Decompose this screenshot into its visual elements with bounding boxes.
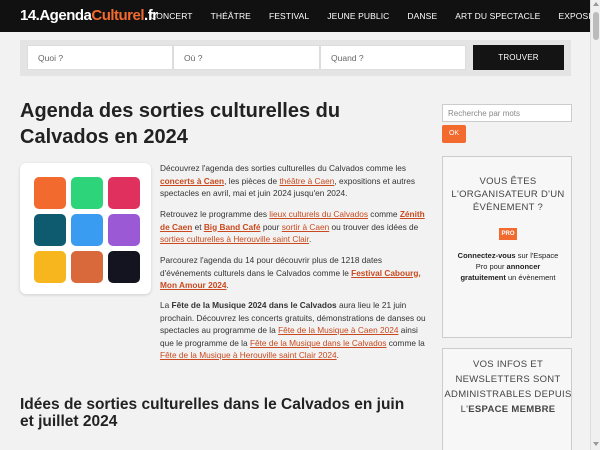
agenda-paragraph: Parcourez l'agenda du 14 pour découvrir … bbox=[160, 255, 421, 290]
pro-badge-icon: PRO bbox=[499, 228, 517, 240]
app-grid-icon bbox=[20, 163, 151, 294]
link-concerts-caen[interactable]: concerts à Caen bbox=[160, 176, 224, 186]
link-theatre-caen[interactable]: théâtre à Caen bbox=[279, 176, 334, 186]
app-tile bbox=[34, 177, 66, 209]
intro-paragraph: Découvrez l'agenda des sorties culturell… bbox=[160, 163, 416, 198]
what-input[interactable]: Quoi ? bbox=[27, 45, 173, 70]
organizer-card[interactable]: VOUS ÊTES L'ORGANISATEUR D'UN ÉVÈNEMENT … bbox=[442, 156, 572, 338]
main-content: Agenda des sorties culturelles du Calvad… bbox=[0, 84, 440, 450]
app-tile bbox=[108, 177, 140, 209]
nav-festival[interactable]: FESTIVAL bbox=[260, 11, 318, 21]
app-tile bbox=[71, 214, 103, 246]
nav-theatre[interactable]: THÉÂTRE bbox=[202, 11, 260, 21]
top-navbar: 14.AgendaCulturel.fr CONCERT THÉÂTRE FES… bbox=[0, 0, 600, 32]
organizer-title: VOUS ÊTES L'ORGANISATEUR D'UN ÉVÈNEMENT … bbox=[451, 176, 565, 213]
page-title: Agenda des sorties culturelles du Calvad… bbox=[20, 100, 341, 148]
link-lieux-culturels[interactable]: lieux culturels du Calvados bbox=[269, 209, 368, 219]
nav-art-du-spectacle[interactable]: ART DU SPECTACLE bbox=[446, 11, 549, 21]
nav-danse[interactable]: DANSE bbox=[398, 11, 446, 21]
scroll-down-arrow-icon[interactable] bbox=[593, 442, 599, 446]
ok-button[interactable]: OK bbox=[442, 125, 466, 143]
page-scrollbar[interactable] bbox=[590, 0, 600, 450]
app-tile bbox=[34, 214, 66, 246]
event-search-bar: Quoi ? Où ? Quand ? TROUVER bbox=[20, 40, 571, 76]
fete-musique-paragraph: La Fête de la Musique 2024 dans le Calva… bbox=[160, 300, 426, 360]
app-tile bbox=[108, 214, 140, 246]
site-logo[interactable]: 14.AgendaCulturel.fr bbox=[20, 7, 158, 24]
link-sortir-caen[interactable]: sortir à Caen bbox=[282, 222, 330, 232]
app-tile bbox=[71, 177, 103, 209]
app-tile bbox=[34, 251, 66, 283]
where-input[interactable]: Où ? bbox=[173, 45, 320, 70]
app-tile bbox=[108, 251, 140, 283]
nav-jeune-public[interactable]: JEUNE PUBLIC bbox=[318, 11, 398, 21]
member-space-card[interactable]: VOS INFOS ET NEWSLETTERS SONT ADMINISTRA… bbox=[442, 348, 572, 450]
main-nav: CONCERT THÉÂTRE FESTIVAL JEUNE PUBLIC DA… bbox=[141, 0, 600, 32]
member-space-title: VOS INFOS ET NEWSLETTERS SONT ADMINISTRA… bbox=[444, 359, 572, 415]
section-title: Idées de sorties culturelles dans le Cal… bbox=[20, 396, 405, 430]
scroll-up-arrow-icon[interactable] bbox=[593, 2, 599, 6]
find-button[interactable]: TROUVER bbox=[473, 45, 564, 70]
link-fete-musique-herouville[interactable]: Fête de la Musique à Herouville saint Cl… bbox=[160, 350, 337, 360]
app-tile bbox=[71, 251, 103, 283]
nav-concert[interactable]: CONCERT bbox=[141, 11, 202, 21]
scroll-thumb[interactable] bbox=[593, 12, 599, 40]
link-fete-musique-caen[interactable]: Fête de la Musique à Caen 2024 bbox=[278, 325, 398, 335]
link-sorties-herouville[interactable]: sorties culturelles à Herouville saint C… bbox=[160, 234, 309, 244]
link-fete-musique-calvados[interactable]: Fête de la Musique dans le Calvados bbox=[250, 338, 387, 348]
keyword-search-input[interactable]: Recherche par mots bbox=[442, 104, 572, 122]
when-input[interactable]: Quand ? bbox=[320, 45, 466, 70]
organizer-text: Connectez-vous sur l'Espace Pro pour ann… bbox=[457, 251, 559, 282]
link-big-band-cafe[interactable]: Big Band Café bbox=[204, 222, 261, 232]
venues-paragraph: Retrouvez le programme des lieux culture… bbox=[160, 209, 425, 244]
